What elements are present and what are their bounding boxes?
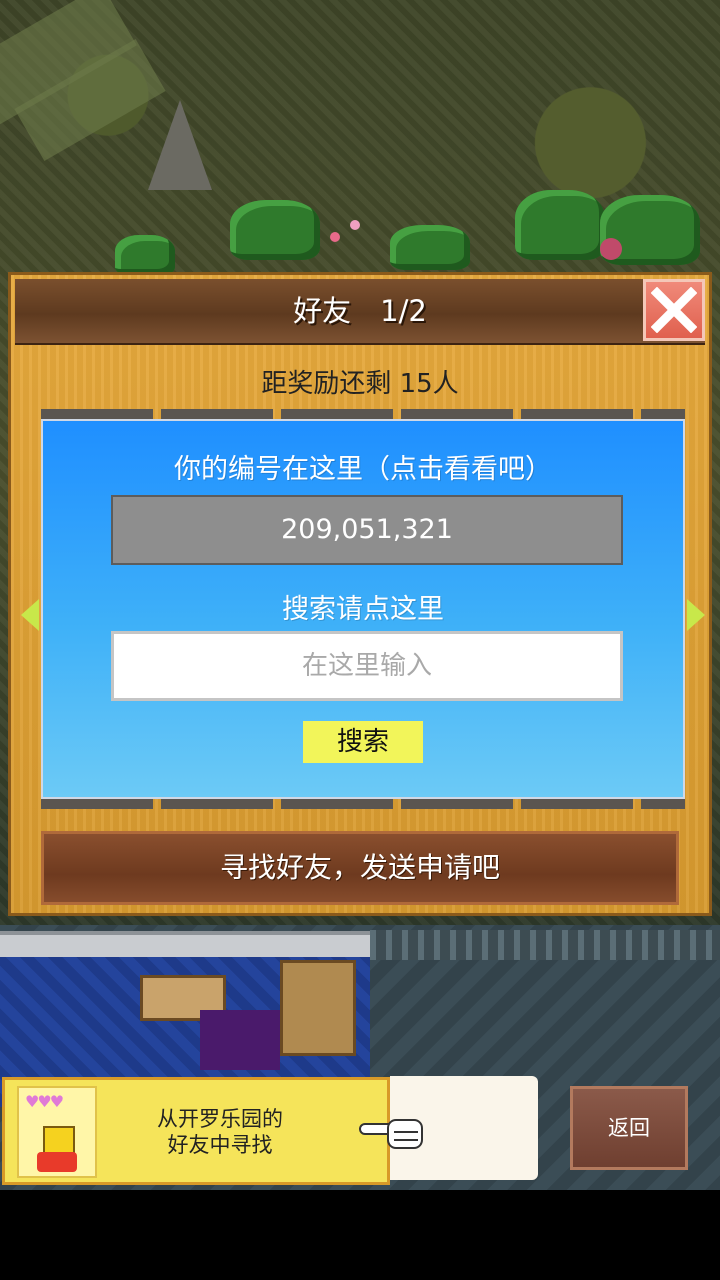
arrow-right-icon[interactable] (687, 599, 705, 631)
search-input[interactable] (111, 631, 623, 701)
arrow-left-icon[interactable] (21, 599, 39, 631)
kairobot-body-icon (37, 1152, 77, 1172)
kairo-friends-label-line1: 从开罗乐园的 (157, 1107, 283, 1131)
grass-bush (115, 235, 175, 275)
pointing-hand-icon (359, 1119, 423, 1149)
grass-bush (230, 200, 320, 260)
building-wall-rail (370, 930, 720, 960)
search-button[interactable]: 搜索 (303, 721, 423, 763)
kairo-friends-card[interactable]: ♥♥♥ 从开罗乐园的 好友中寻找 (2, 1077, 390, 1185)
rock-spire (148, 100, 212, 190)
player-id-box[interactable]: 209,051,321 (111, 495, 623, 565)
flower (350, 220, 360, 230)
close-x-icon (651, 287, 697, 333)
kairo-friends-label-line2: 好友中寻找 (167, 1133, 273, 1157)
search-panel: 你的编号在这里（点击看看吧） 209,051,321 搜索请点这里 搜索 (41, 419, 685, 799)
id-prompt-label: 你的编号在这里（点击看看吧） (174, 454, 552, 485)
search-prompt-label: 搜索请点这里 (282, 594, 444, 625)
reward-remaining-text: 距奖励还剩 15人 (261, 369, 459, 399)
friends-dialog: 好友 1/2 距奖励还剩 15人 你的编号在这里（点击看看吧） 209,051,… (8, 272, 712, 916)
grass-bush (515, 190, 605, 260)
back-button[interactable]: 返回 (570, 1086, 688, 1170)
panel-frame-bottom (41, 799, 685, 809)
dialog-header: 好友 1/2 (15, 279, 705, 345)
find-friends-button[interactable]: 寻找好友，发送申请吧 (41, 831, 679, 905)
dialog-title: 好友 1/2 (293, 294, 427, 328)
kairo-friends-label: 从开罗乐园的 好友中寻找 (105, 1106, 335, 1158)
kairobot-avatar: ♥♥♥ (17, 1086, 97, 1178)
panel-frame-top (41, 409, 685, 419)
hearts-icon: ♥♥♥ (25, 1092, 64, 1111)
grass-bush (390, 225, 470, 270)
flower (600, 238, 622, 260)
wardrobe (280, 960, 356, 1056)
flower (330, 232, 340, 242)
curtain (200, 1010, 280, 1070)
close-button[interactable] (643, 279, 705, 341)
letterbox-bar (0, 1190, 720, 1280)
kairobot-head-icon (43, 1126, 75, 1154)
